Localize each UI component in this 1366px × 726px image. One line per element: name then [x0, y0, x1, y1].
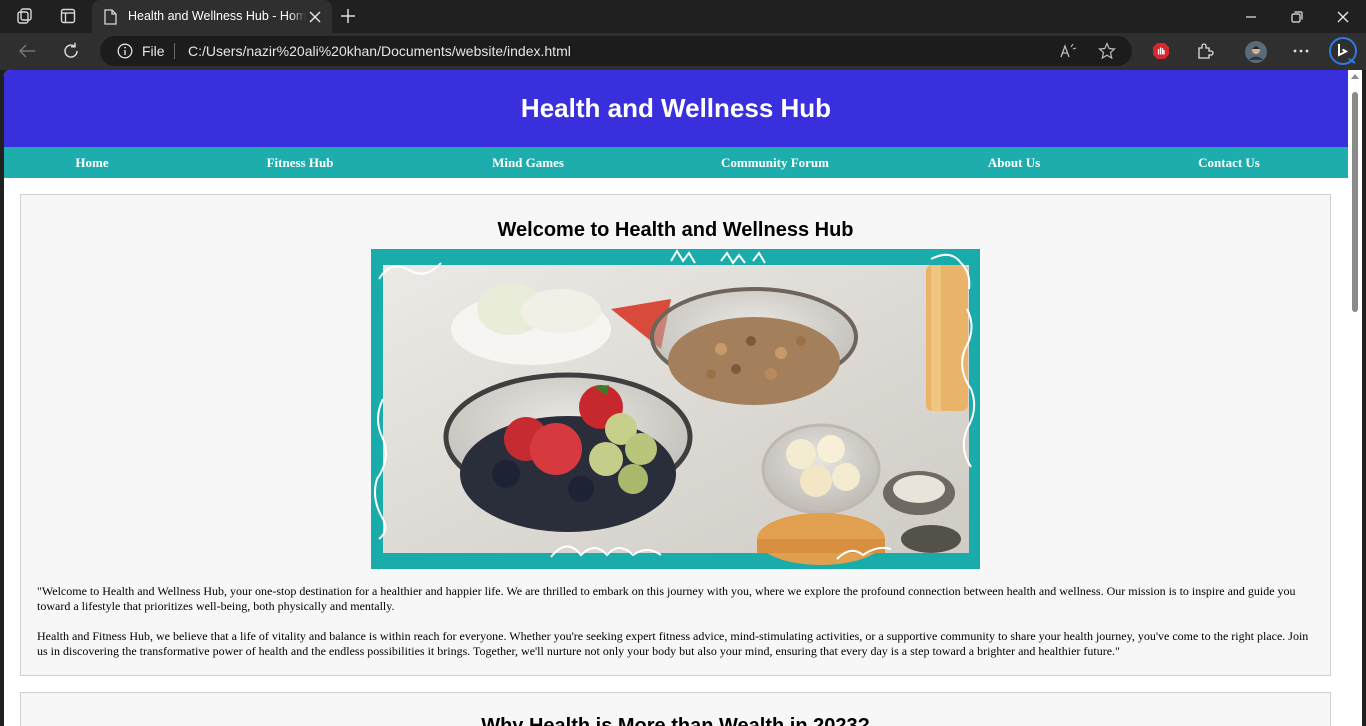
puzzle-icon[interactable] [1194, 41, 1216, 61]
page-icon [102, 8, 118, 25]
nav-link-about-us[interactable]: About Us [988, 155, 1040, 171]
welcome-section: Welcome to Health and Wellness Hub "Welc… [20, 194, 1331, 676]
why-health-heading: Why Health is More than Wealth in 2023? [481, 715, 870, 726]
scrollbar-thumb[interactable] [1352, 92, 1358, 312]
nav-link-community-forum[interactable]: Community Forum [721, 155, 829, 171]
copilot-icon[interactable] [1328, 36, 1358, 66]
site-title: Health and Wellness Hub [520, 93, 832, 123]
main-nav: Home Fitness Hub Mind Games Community Fo… [4, 147, 1348, 178]
scroll-up-icon[interactable] [1351, 74, 1359, 79]
page-viewport: Health and Wellness Hub Home Fitness Hub… [4, 70, 1348, 726]
close-window-icon[interactable] [1320, 0, 1366, 33]
healthy-breakfast-image [374, 249, 976, 565]
tab-actions-icon[interactable] [57, 6, 79, 26]
plus-icon[interactable] [338, 6, 358, 26]
intro-paragraph-1: "Welcome to Health and Wellness Hub, you… [37, 584, 1296, 613]
why-health-section: Why Health is More than Wealth in 2023? [20, 692, 1331, 726]
window-edge [1362, 70, 1366, 726]
page-scrollbar[interactable] [1348, 70, 1362, 726]
address-bar[interactable]: File C:/Users/nazir%20ali%20khan/Documen… [100, 36, 1132, 66]
avatar[interactable] [1244, 40, 1268, 64]
toolbar: File C:/Users/nazir%20ali%20khan/Documen… [0, 33, 1366, 70]
site-header: Health and Wellness Hub [4, 70, 1348, 147]
minimize-icon[interactable] [1228, 0, 1274, 33]
more-icon[interactable] [1290, 41, 1312, 61]
read-aloud-icon[interactable] [1058, 42, 1078, 60]
tab-active[interactable]: Health and Wellness Hub - Home [92, 0, 332, 33]
tab-title: Health and Wellness Hub - Home [128, 9, 306, 23]
workspaces-icon[interactable] [14, 6, 36, 26]
nav-link-contact-us[interactable]: Contact Us [1198, 155, 1260, 171]
nav-link-home[interactable]: Home [75, 155, 108, 171]
refresh-icon[interactable] [60, 41, 82, 61]
extension-icon[interactable] [1150, 41, 1172, 61]
welcome-heading: Welcome to Health and Wellness Hub [497, 219, 854, 241]
tab-strip: Health and Wellness Hub - Home [0, 0, 1366, 33]
address-scheme: File [142, 43, 165, 59]
close-icon[interactable] [306, 8, 324, 26]
star-icon[interactable] [1097, 41, 1117, 61]
restore-icon[interactable] [1274, 0, 1320, 33]
nav-link-mind-games[interactable]: Mind Games [492, 155, 564, 171]
address-url[interactable]: C:/Users/nazir%20ali%20khan/Documents/we… [188, 43, 571, 59]
nav-link-fitness-hub[interactable]: Fitness Hub [267, 155, 334, 171]
info-icon[interactable] [116, 42, 134, 60]
back-arrow-icon[interactable] [16, 41, 38, 61]
hero-image-frame [371, 249, 980, 569]
address-divider [174, 43, 175, 59]
intro-paragraph-2: Health and Fitness Hub, we believe that … [37, 629, 1309, 658]
